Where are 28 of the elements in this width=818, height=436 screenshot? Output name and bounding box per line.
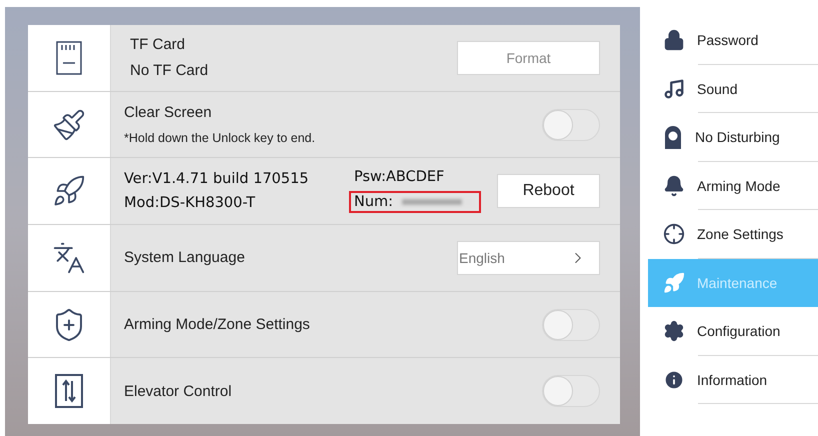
bell-icon bbox=[663, 174, 685, 197]
elevator-icon bbox=[55, 374, 83, 408]
select-value: English bbox=[459, 250, 505, 266]
model-text: Mod:DS-KH8300-T bbox=[124, 195, 256, 212]
toggle-switch[interactable] bbox=[542, 108, 600, 140]
toggle-switch[interactable] bbox=[542, 308, 600, 341]
password-text: Psw:ABCDEF bbox=[354, 169, 444, 186]
rocket-icon bbox=[663, 272, 685, 294]
language-icon bbox=[52, 240, 86, 275]
row-status: No TF Card bbox=[129, 62, 210, 80]
row-title: Clear Screen bbox=[124, 104, 213, 121]
row-title: System Language bbox=[124, 249, 246, 266]
music-note-icon bbox=[663, 78, 685, 100]
crosshair-icon bbox=[663, 223, 685, 246]
row-hint: *Hold down the Unlock key to end. bbox=[124, 131, 316, 145]
number-label: Num: bbox=[354, 194, 394, 210]
row-title: TF Card bbox=[129, 36, 186, 54]
version-text: Ver:V1.4.71 build 170515 bbox=[124, 171, 310, 188]
memory-card-icon bbox=[55, 40, 83, 75]
moon-door-icon bbox=[663, 125, 683, 150]
toggle-switch[interactable] bbox=[542, 375, 600, 408]
row-title: Elevator Control bbox=[124, 382, 233, 400]
info-icon bbox=[663, 368, 685, 391]
reboot-button[interactable]: Reboot bbox=[497, 174, 600, 208]
language-select[interactable]: English bbox=[457, 240, 600, 275]
paintbrush-icon bbox=[52, 108, 86, 142]
row-title: Arming Mode/Zone Settings bbox=[124, 316, 311, 334]
rocket-icon bbox=[52, 174, 86, 208]
